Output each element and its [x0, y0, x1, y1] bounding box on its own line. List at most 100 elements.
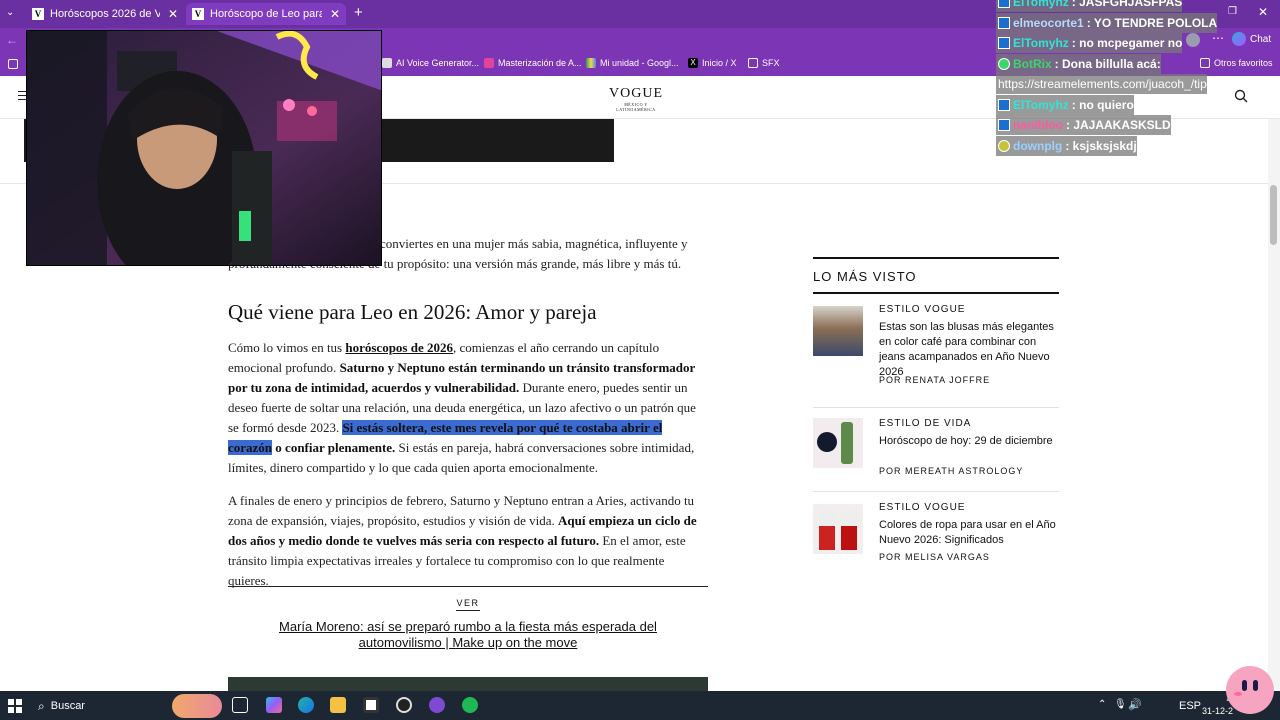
copilot-icon[interactable] — [266, 697, 282, 713]
most-viewed-item[interactable]: ESTILO VOGUE Estas son las blusas más el… — [813, 294, 1059, 408]
edge-icon[interactable] — [298, 697, 314, 713]
sidebar-heading: LO MÁS VISTO — [813, 257, 1059, 294]
x-icon: X — [688, 58, 698, 68]
windows-taskbar: ⌕ Buscar ⌃ 🎙 🔊 ESP 4:02 31-12-2 — [0, 691, 1280, 720]
ver-label: VER — [456, 598, 480, 611]
search-icon: ⌕ — [38, 698, 45, 713]
close-tab-icon[interactable]: ✕ — [168, 7, 178, 21]
chat-message: ElTomyhz: JASFGHJASFPAS — [996, 0, 1183, 12]
drive-icon — [586, 58, 596, 68]
item-thumbnail — [813, 504, 863, 554]
search-label: Buscar — [50, 700, 85, 712]
chat-text: : YO TENDRE POLOLA — [1086, 15, 1218, 30]
close-tab-icon[interactable]: ✕ — [330, 7, 340, 21]
item-title[interactable]: Estas son las blusas más elegantes en co… — [879, 320, 1059, 380]
bookmark-label: SFX — [762, 58, 780, 68]
app-icon[interactable] — [429, 697, 445, 713]
chat-message: elmeocorte1: YO TENDRE POLOLA — [996, 12, 1218, 33]
chat-badge-icon — [998, 139, 1010, 152]
chat-badge-icon — [998, 16, 1010, 29]
tab-horoscopo-leo[interactable]: V Horóscopo de Leo para el año 20 ✕ — [186, 3, 346, 25]
bookmark-label: Mi unidad - Googl... — [600, 58, 679, 68]
item-thumbnail — [813, 418, 863, 468]
chat-badge-icon — [998, 119, 1010, 131]
section-heading: Qué viene para Leo en 2026: Amor y parej… — [228, 300, 597, 324]
search-highlight-image — [172, 694, 222, 718]
bookmark-icon — [382, 58, 392, 68]
chat-username: nanibloo — [1013, 118, 1063, 132]
tab-title: Horóscopos 2026 de Vogue: Las p — [50, 8, 160, 20]
item-thumbnail — [813, 306, 863, 356]
article-paragraph: A finales de enero y principios de febre… — [228, 491, 708, 591]
item-byline: POR MELISA VARGAS — [879, 552, 990, 562]
item-title[interactable]: Horóscopo de hoy: 29 de diciembre — [879, 434, 1059, 449]
chat-message: ElTomyhz: no quiero — [996, 94, 1134, 115]
chat-text: : Dona billulla acá: — [1054, 56, 1161, 71]
store-icon[interactable] — [363, 697, 379, 713]
bookmark-icon — [484, 58, 494, 68]
most-viewed-item[interactable]: ESTILO VOGUE Colores de ropa para usar e… — [813, 492, 1059, 576]
bookmark-sfx[interactable]: SFX — [748, 58, 780, 68]
horoscopos-2026-link[interactable]: horóscopos de 2026 — [345, 340, 453, 355]
item-title[interactable]: Colores de ropa para usar en el Año Nuev… — [879, 518, 1059, 548]
chat-badge-icon — [998, 98, 1010, 111]
item-category: ESTILO DE VIDA — [879, 418, 972, 429]
language-indicator[interactable]: ESP — [1179, 700, 1201, 712]
windows-start-icon[interactable] — [8, 699, 22, 713]
most-viewed-item[interactable]: ESTILO DE VIDA Horóscopo de hoy: 29 de d… — [813, 408, 1059, 492]
bookmark-x[interactable]: X Inicio / X — [688, 58, 737, 68]
webcam-overlay — [26, 30, 382, 266]
bookmark-label: AI Voice Generator... — [396, 58, 480, 68]
chat-text: : ksjsksjskdj — [1065, 138, 1137, 153]
new-tab-icon[interactable]: + — [354, 4, 363, 21]
microphone-icon[interactable]: 🎙 — [1114, 699, 1127, 710]
bookmark-label: Inicio / X — [702, 58, 737, 68]
chat-username: downplg — [1013, 138, 1063, 153]
chat-message: BotRix: Dona billulla acá: — [996, 53, 1161, 74]
chevron-up-icon[interactable]: ⌃ — [1098, 699, 1106, 710]
vogue-favicon-icon: V — [192, 8, 204, 20]
related-video-link[interactable]: María Moreno: así se preparó rumbo a la … — [228, 619, 708, 651]
item-category: ESTILO VOGUE — [879, 304, 966, 315]
clock-date[interactable]: 31-12-2 — [1202, 706, 1233, 716]
folder-icon — [748, 58, 758, 68]
chat-text: : no quiero — [1071, 97, 1134, 112]
item-category: ESTILO VOGUE — [879, 502, 966, 513]
chat-username: ElTomyhz — [1013, 0, 1069, 9]
item-byline: POR MEREATH ASTROLOGY — [879, 466, 1024, 476]
bookmark-masterizacion[interactable]: Masterización de A... — [484, 58, 582, 68]
chat-text: : no mcpegamer no — [1071, 36, 1183, 50]
tab-list-icon[interactable]: ⌄ — [6, 7, 20, 21]
reading-list-icon[interactable] — [8, 59, 18, 69]
chat-text: : JASFGHJASFPAS — [1071, 0, 1183, 9]
file-explorer-icon[interactable] — [330, 697, 346, 713]
vogue-logo[interactable]: VOGUE MÉXICO Y LATINOAMÉRICA — [605, 86, 667, 112]
most-viewed-sidebar: LO MÁS VISTO ESTILO VOGUE Estas son las … — [813, 257, 1059, 576]
chat-username: ElTomyhz — [1013, 97, 1069, 112]
scrollbar-thumb[interactable] — [1270, 185, 1277, 245]
back-icon[interactable]: ← — [6, 33, 18, 47]
chat-message: ElTomyhz: no mcpegamer no — [996, 33, 1183, 53]
video-thumbnail[interactable] — [228, 677, 708, 691]
chat-message: nanibloo: JAJAAKASKSLD — [996, 115, 1171, 135]
bookmark-label: Masterización de A... — [498, 58, 582, 68]
chat-username: BotRix — [1013, 56, 1052, 71]
tab-title: Horóscopo de Leo para el año 20 — [210, 8, 322, 20]
page-scrollbar[interactable] — [1268, 119, 1280, 691]
paragraph-text: Cómo lo vimos en tus — [228, 340, 346, 355]
bookmark-google-drive[interactable]: Mi unidad - Googl... — [586, 58, 679, 68]
tab-horoscopos-2026[interactable]: V Horóscopos 2026 de Vogue: Las p ✕ — [26, 3, 184, 25]
spotify-icon[interactable] — [462, 697, 478, 713]
task-view-icon[interactable] — [232, 697, 248, 713]
obs-icon[interactable] — [396, 697, 412, 713]
bookmark-ai-voice[interactable]: AI Voice Generator... — [382, 58, 479, 68]
item-byline: POR RENATA JOFFRE — [879, 375, 991, 385]
chat-badge-icon — [998, 37, 1010, 49]
article-paragraph: Cómo lo vimos en tus horóscopos de 2026,… — [228, 338, 708, 478]
paragraph-bold: o confiar plenamente. — [272, 440, 396, 455]
logo-subtitle: LATINOAMÉRICA — [616, 107, 656, 112]
volume-icon[interactable]: 🔊 — [1128, 698, 1142, 711]
chat-badge-icon — [998, 0, 1010, 8]
related-video-block: VER María Moreno: así se preparó rumbo a… — [228, 586, 708, 651]
logo-text: VOGUE — [609, 86, 663, 101]
